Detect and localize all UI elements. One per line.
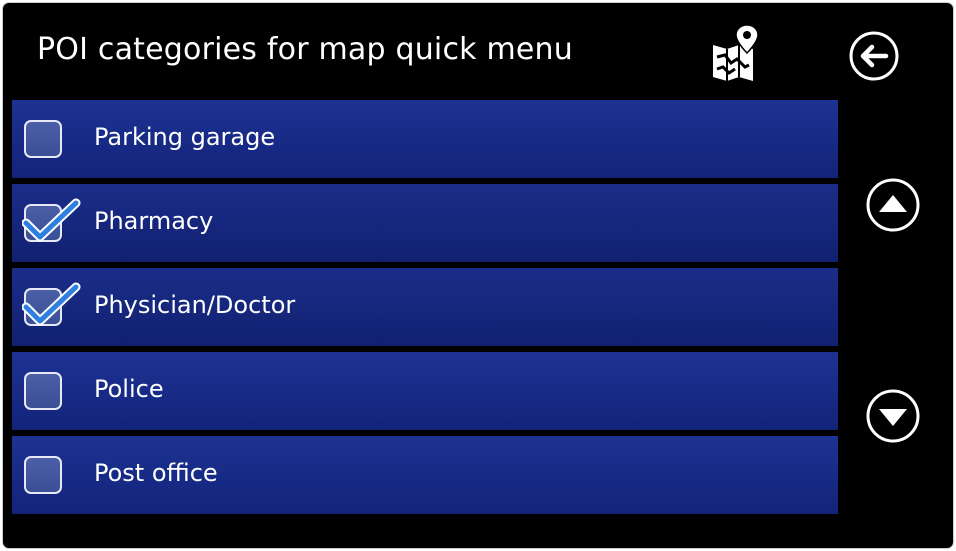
chevron-up-icon: [879, 195, 907, 212]
checkbox[interactable]: [24, 372, 62, 410]
scroll-up-button[interactable]: [865, 177, 921, 233]
checkbox[interactable]: [24, 120, 62, 158]
check-icon: [22, 282, 81, 326]
category-label: Pharmacy: [94, 207, 214, 235]
category-label: Police: [94, 375, 164, 403]
checkbox[interactable]: [24, 456, 62, 494]
screen: POI categories for map quick menu Parkin…: [3, 3, 953, 548]
back-arrow-icon: [860, 44, 889, 68]
page-title: POI categories for map quick menu: [37, 32, 573, 67]
map-pin-icon[interactable]: [709, 21, 759, 85]
poi-category-list: Parking garage Pharmacy Physician/Doctor: [12, 100, 838, 520]
category-label: Post office: [94, 459, 218, 487]
category-label: Parking garage: [94, 123, 276, 151]
header: POI categories for map quick menu: [3, 3, 953, 98]
category-row-post-office[interactable]: Post office: [12, 436, 838, 514]
chevron-down-icon: [879, 409, 907, 426]
category-row-parking-garage[interactable]: Parking garage: [12, 100, 838, 178]
category-label: Physician/Doctor: [94, 291, 296, 319]
category-row-police[interactable]: Police: [12, 352, 838, 430]
category-row-pharmacy[interactable]: Pharmacy: [12, 184, 838, 262]
scroll-down-button[interactable]: [865, 388, 921, 444]
category-row-physician-doctor[interactable]: Physician/Doctor: [12, 268, 838, 346]
back-button[interactable]: [848, 30, 900, 82]
check-icon: [22, 198, 81, 242]
